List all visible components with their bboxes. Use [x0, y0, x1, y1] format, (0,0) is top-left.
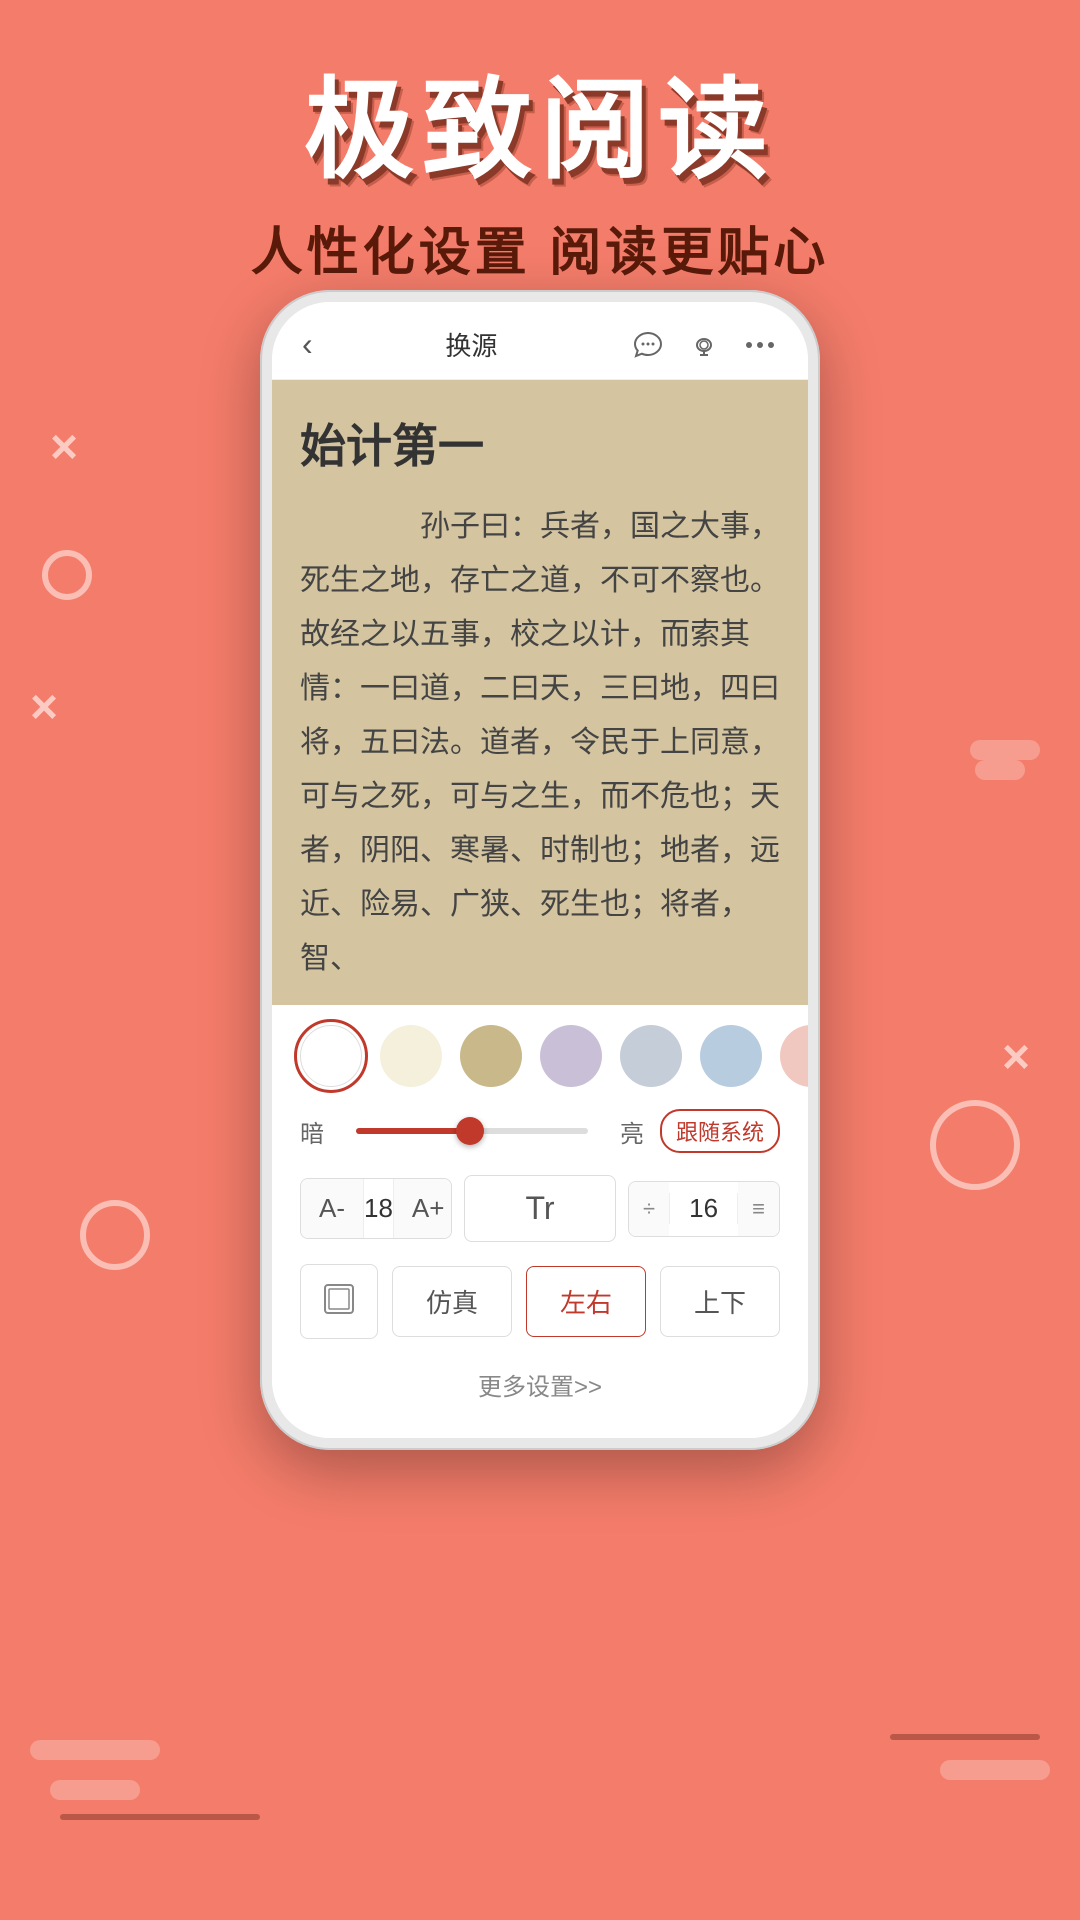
decor-circle-3	[930, 1100, 1020, 1190]
reading-area[interactable]: 始计第一 孙子曰：兵者，国之大事，死生之地，存亡之道，不可不察也。故经之以五事，…	[272, 380, 808, 1005]
color-row	[300, 1025, 780, 1087]
system-follow-badge[interactable]: 跟随系统	[660, 1109, 780, 1153]
color-swatch-skyblue[interactable]	[700, 1025, 762, 1087]
decor-wave-3	[940, 1760, 1050, 1780]
main-title: 极致阅读	[0, 40, 1080, 200]
chapter-title: 始计第一	[300, 410, 780, 476]
phone-inner: ‹ 换源	[272, 302, 808, 1438]
color-swatch-lavender[interactable]	[540, 1025, 602, 1087]
color-swatch-pink[interactable]	[780, 1025, 808, 1087]
audio-icon[interactable]	[686, 327, 722, 363]
back-button[interactable]: ‹	[302, 326, 313, 363]
subtitle: 人性化设置 阅读更贴心	[0, 210, 1080, 285]
source-switch-button[interactable]: 换源	[445, 326, 497, 363]
simulated-mode-button[interactable]: 仿真	[392, 1266, 512, 1337]
horizontal-mode-button[interactable]: 左右	[526, 1266, 646, 1337]
decor-wave-5	[975, 760, 1025, 780]
vertical-mode-button[interactable]: 上下	[660, 1266, 780, 1337]
font-row: A- 18 A+ Tr ÷ 16 ≡	[300, 1175, 780, 1242]
color-swatch-tan[interactable]	[460, 1025, 522, 1087]
title-area: 极致阅读 人性化设置 阅读更贴心	[0, 40, 1080, 285]
top-bar: ‹ 换源	[272, 302, 808, 380]
decor-wave-4	[970, 740, 1040, 760]
font-increase-button[interactable]: A+	[394, 1179, 452, 1238]
chat-icon[interactable]	[630, 327, 666, 363]
line-increase-icon[interactable]: ≡	[738, 1182, 779, 1236]
font-type-label: Tr	[525, 1190, 554, 1227]
color-swatch-lightblue[interactable]	[620, 1025, 682, 1087]
line-decrease-icon[interactable]: ÷	[629, 1182, 669, 1236]
scroll-mode-icon-button[interactable]	[300, 1264, 378, 1339]
decor-x-2: ×	[30, 680, 58, 735]
top-bar-icons	[630, 327, 778, 363]
font-size-control: A- 18 A+	[300, 1178, 452, 1239]
decor-circle-1	[42, 550, 92, 600]
brightness-dark-label: 暗	[300, 1114, 340, 1149]
font-size-value: 18	[363, 1179, 394, 1238]
decor-x-1: ×	[50, 420, 78, 475]
brightness-fill	[356, 1128, 460, 1134]
screen-content: ‹ 换源	[272, 302, 808, 1438]
phone-mockup: ‹ 换源	[260, 290, 820, 1450]
brightness-slider[interactable]	[356, 1128, 588, 1134]
settings-panel: 暗 亮 跟随系统 A- 18 A+	[272, 1005, 808, 1438]
reading-text: 孙子曰：兵者，国之大事，死生之地，存亡之道，不可不察也。故经之以五事，校之以计，…	[300, 500, 780, 986]
horiz-line-2	[890, 1734, 1040, 1740]
decor-wave-2	[50, 1780, 140, 1800]
more-icon[interactable]	[742, 327, 778, 363]
line-height-control: ÷ 16 ≡	[628, 1181, 780, 1237]
phone-outer: ‹ 换源	[260, 290, 820, 1450]
more-settings-link[interactable]: 更多设置>>	[300, 1357, 780, 1418]
page-mode-row: 仿真 左右 上下	[300, 1264, 780, 1339]
brightness-row: 暗 亮 跟随系统	[300, 1109, 780, 1153]
brightness-light-label: 亮	[604, 1114, 644, 1149]
decor-circle-2	[80, 1200, 150, 1270]
horiz-line-1	[60, 1814, 260, 1820]
font-type-button[interactable]: Tr	[464, 1175, 616, 1242]
decor-x-3: ×	[1002, 1030, 1030, 1085]
line-height-value: 16	[669, 1193, 738, 1224]
decor-wave-1	[30, 1740, 160, 1760]
brightness-thumb[interactable]	[456, 1117, 484, 1145]
color-swatch-cream[interactable]	[380, 1025, 442, 1087]
font-decrease-button[interactable]: A-	[301, 1179, 363, 1238]
color-swatch-white[interactable]	[300, 1025, 362, 1087]
